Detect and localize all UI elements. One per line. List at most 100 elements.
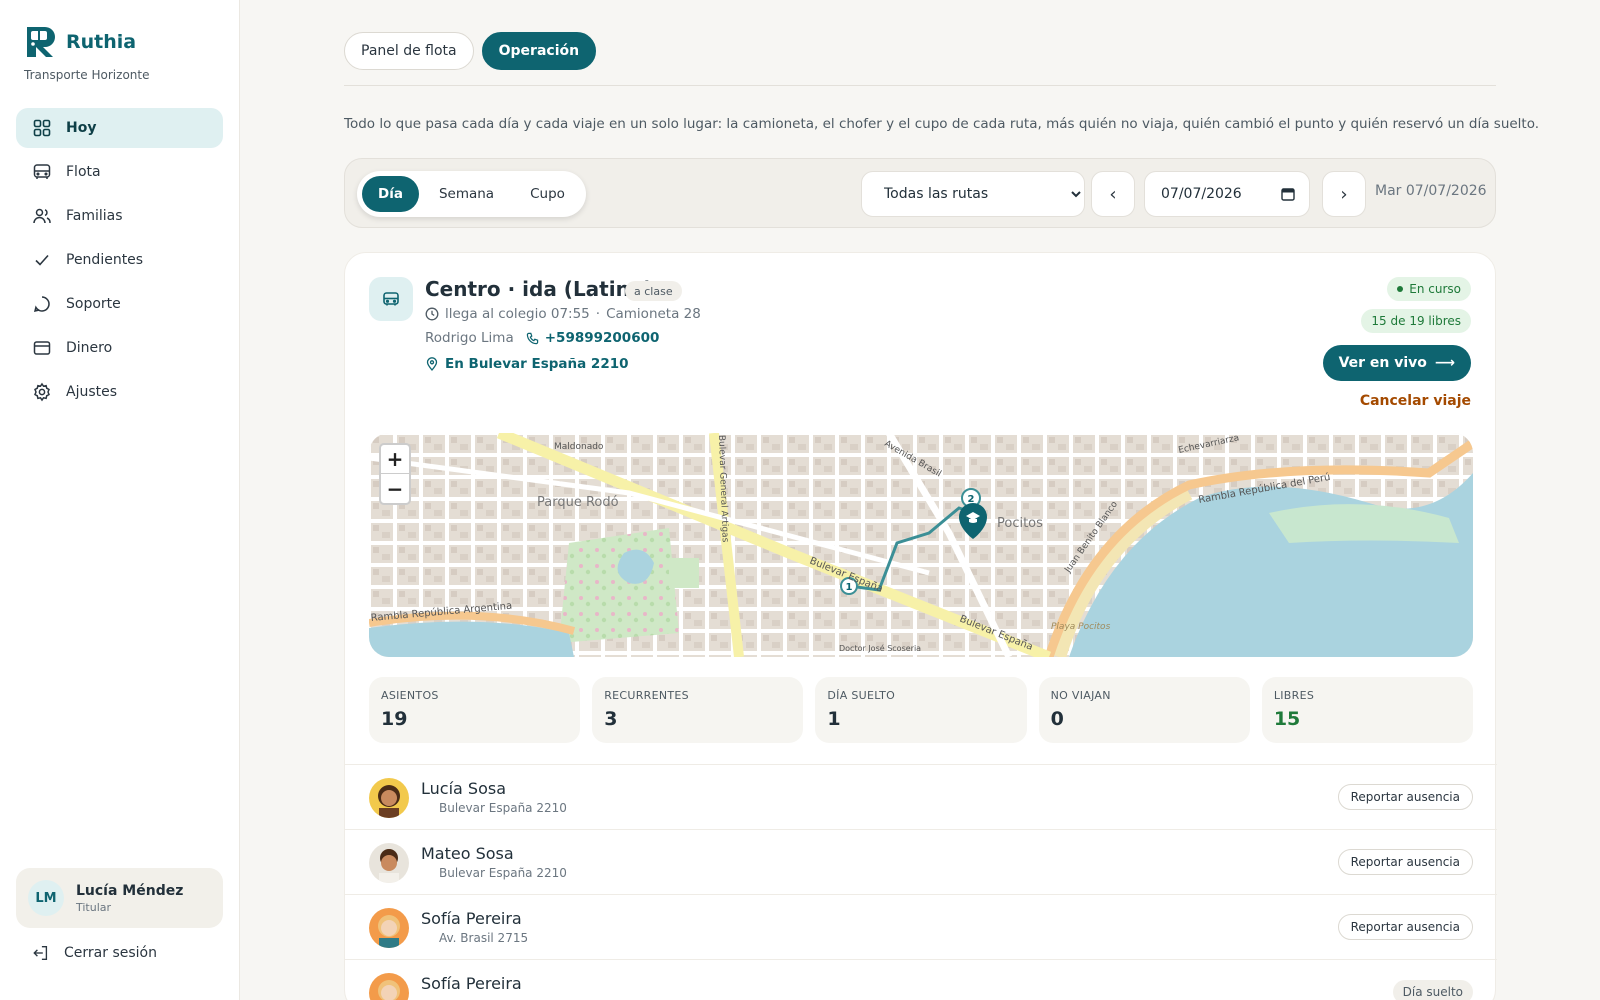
stat-no-viajan: NO VIAJAN 0 [1038,677,1250,743]
page-description: Todo lo que pasa cada día y cada viaje e… [344,116,1540,132]
map-zoom-controls: + − [379,443,411,505]
view-semana-button[interactable]: Semana [423,176,510,212]
map-label-maldonado: Maldonado [554,442,604,452]
gear-icon [34,382,50,402]
trip-driver: Rodrigo Lima +59899200600 [425,330,659,346]
date-input[interactable]: 07/07/2026 [1144,171,1310,217]
divider [344,85,1496,86]
trip-type-tag: a clase [625,281,682,301]
stat-label: DÍA SUELTO [827,689,896,702]
sidebar-item-label: Ajustes [66,384,118,400]
separator: · [595,306,601,322]
day-pass-badge: Día suelto [1392,980,1473,1000]
view-switcher: Día Semana Cupo [357,171,586,217]
brand[interactable]: Ruthia [24,24,136,60]
view-live-label: Ver en vivo [1338,355,1427,371]
next-day-button[interactable]: › [1322,171,1366,217]
route-select[interactable]: Todas las rutas [861,171,1085,217]
zoom-in-button[interactable]: + [381,445,409,474]
map-label-playa-pocitos: Playa Pocitos [1051,622,1111,632]
bus-icon [33,164,51,179]
logout-icon [33,946,48,960]
sidebar-item-label: Soporte [66,296,121,312]
trip-schedule: llega al colegio 07:55 · Camioneta 28 [425,306,701,322]
view-cupo-button[interactable]: Cupo [514,176,581,212]
list-item: Sofía Pereira Día suelto [345,959,1497,1000]
previous-day-button[interactable]: ‹ [1091,171,1135,217]
user-name: Lucía Méndez [76,882,184,899]
sidebar-item-soporte[interactable]: Soporte [16,284,223,324]
report-absence-button[interactable]: Reportar ausencia [1337,849,1473,875]
report-absence-button[interactable]: Reportar ausencia [1337,914,1473,940]
view-live-button[interactable]: Ver en vivo ⟶ [1322,345,1471,381]
passenger-avatar [369,843,409,883]
arrow-right-icon: ⟶ [1434,355,1455,371]
status-badge: En curso [1387,277,1471,301]
passenger-avatar [369,778,409,818]
zoom-out-button[interactable]: − [381,474,409,503]
clock-icon [425,307,439,321]
trip-bus-icon [369,277,413,321]
seats-badge: 15 de 19 libres [1361,309,1471,333]
vehicle-name: Camioneta 28 [606,306,701,322]
sidebar-item-label: Familias [66,208,123,224]
toolbar: Día Semana Cupo Todas las rutas ‹ 07/07/… [344,158,1496,228]
passenger-avatar [369,908,409,948]
list-item: Mateo Sosa Bulevar España 2210 Reportar … [345,829,1497,894]
stat-value: 3 [604,708,618,730]
sidebar-item-dinero[interactable]: Dinero [16,328,223,368]
logout-button[interactable]: Cerrar sesión [32,944,157,962]
trip-location: En Bulevar España 2210 [425,356,629,372]
status-dot [1397,286,1404,292]
driver-name: Rodrigo Lima [425,330,514,346]
stat-label: ASIENTOS [381,689,439,702]
stat-value: 0 [1050,708,1064,730]
map-canvas[interactable]: 1 2 Parque Rodó Pocitos Bulevar España B… [369,433,1473,657]
list-item: Lucía Sosa Bulevar España 2210 Reportar … [345,764,1497,829]
route-map[interactable]: 1 2 Parque Rodó Pocitos Bulevar España B… [369,433,1473,657]
driver-phone-link[interactable]: +59899200600 [545,330,660,346]
stop-1-label: 1 [846,582,853,593]
logout-label: Cerrar sesión [64,945,157,961]
stat-value: 1 [827,708,841,730]
list-item: Sofía Pereira Av. Brasil 2715 Reportar a… [345,894,1497,959]
view-dia-button[interactable]: Día [362,176,419,212]
passenger-list: Lucía Sosa Bulevar España 2210 Reportar … [345,764,1497,1000]
sidebar-item-flota[interactable]: Flota [16,152,223,192]
tab-operacion[interactable]: Operación [481,32,597,70]
stat-value: 19 [381,708,408,730]
cancel-trip-button[interactable]: Cancelar viaje [1360,393,1471,409]
user-card[interactable]: LM Lucía Méndez Titular [16,868,223,928]
passenger-name: Mateo Sosa [421,844,514,863]
avatar: LM [28,880,64,916]
sidebar-item-familias[interactable]: Familias [16,196,223,236]
location-pin-icon [426,357,438,371]
stat-label: LIBRES [1273,689,1315,702]
map-label-pocitos: Pocitos [997,516,1043,531]
stat-dia-suelto: DÍA SUELTO 1 [815,677,1027,743]
sidebar-item-hoy[interactable]: Hoy [16,108,223,148]
trip-title: Centro · ida (Latino) [425,277,653,301]
sidebar-item-label: Dinero [66,340,113,356]
brand-name: Ruthia [66,31,137,53]
sidebar-item-label: Flota [66,164,101,180]
stat-recurrentes: RECURRENTES 3 [592,677,804,743]
stat-asientos: ASIENTOS 19 [369,677,581,743]
chat-icon [33,296,50,313]
sidebar-item-pendientes[interactable]: Pendientes [16,240,223,280]
card-icon [33,341,51,355]
sidebar-item-label: Hoy [66,120,97,136]
report-absence-button[interactable]: Reportar ausencia [1337,784,1473,810]
selected-date-label: Mar 07/07/2026 [1375,183,1487,199]
stat-label: RECURRENTES [604,689,689,702]
seat-stats: ASIENTOS 19 RECURRENTES 3 DÍA SUELTO 1 N… [369,677,1474,743]
map-label-scoseria: Doctor José Scoseria [839,643,921,653]
sidebar: Ruthia Transporte Horizonte Hoy Flota Fa… [0,0,240,1000]
passenger-name: Lucía Sosa [421,779,506,798]
top-tabs: Panel de flota Operación [344,32,597,70]
sidebar-item-ajustes[interactable]: Ajustes [16,372,223,412]
passenger-name: Sofía Pereira [421,909,522,928]
current-location: En Bulevar España 2210 [445,356,629,372]
tab-panel-de-flota[interactable]: Panel de flota [344,32,474,70]
check-icon [35,254,49,266]
